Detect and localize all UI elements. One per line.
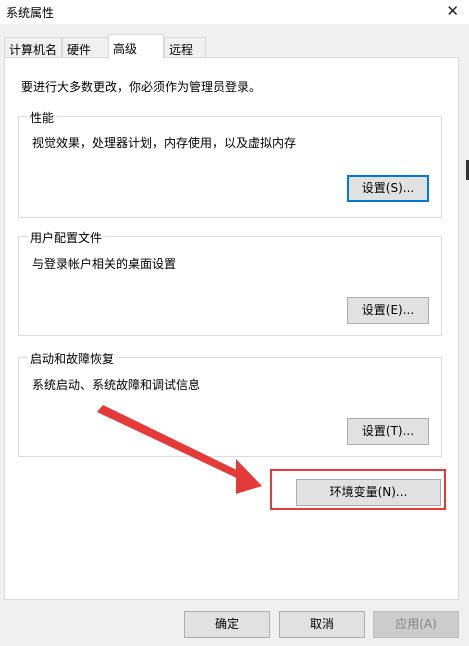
user-profiles-group-title: 用户配置文件	[27, 229, 106, 246]
tab-advanced[interactable]: 高级	[108, 34, 164, 59]
tab-remote[interactable]: 远程	[164, 37, 206, 58]
startup-recovery-group-title: 启动和故障恢复	[27, 350, 118, 367]
tab-hardware[interactable]: 硬件	[62, 37, 109, 58]
tab-computer-name[interactable]: 计算机名	[4, 37, 62, 58]
startup-recovery-description: 系统启动、系统故障和调试信息	[32, 378, 201, 392]
performance-group-title: 性能	[27, 109, 58, 126]
title-bar: 系统属性 ✕	[0, 0, 469, 24]
performance-description: 视觉效果，处理器计划，内存使用，以及虚拟内存	[32, 136, 297, 150]
apply-button[interactable]: 应用(A)	[373, 611, 459, 638]
ok-button[interactable]: 确定	[184, 611, 270, 638]
user-profiles-settings-button[interactable]: 设置(E)...	[347, 297, 429, 324]
red-highlight-box	[270, 469, 446, 510]
window-title: 系统属性	[6, 6, 55, 20]
performance-group: 性能 视觉效果，处理器计划，内存使用，以及虚拟内存	[18, 109, 442, 218]
close-icon[interactable]: ✕	[446, 2, 459, 20]
performance-settings-button[interactable]: 设置(S)...	[347, 175, 429, 202]
admin-notice: 要进行大多数更改，你必须作为管理员登录。	[21, 80, 262, 94]
cancel-button[interactable]: 取消	[279, 611, 365, 638]
startup-recovery-settings-button[interactable]: 设置(T)...	[347, 418, 429, 445]
system-properties-window: 系统属性 ✕ 计算机名 硬件 高级 远程 要进行大多数更改，你必须作为管理员登录…	[0, 0, 469, 646]
user-profiles-description: 与登录帐户相关的桌面设置	[32, 257, 177, 271]
